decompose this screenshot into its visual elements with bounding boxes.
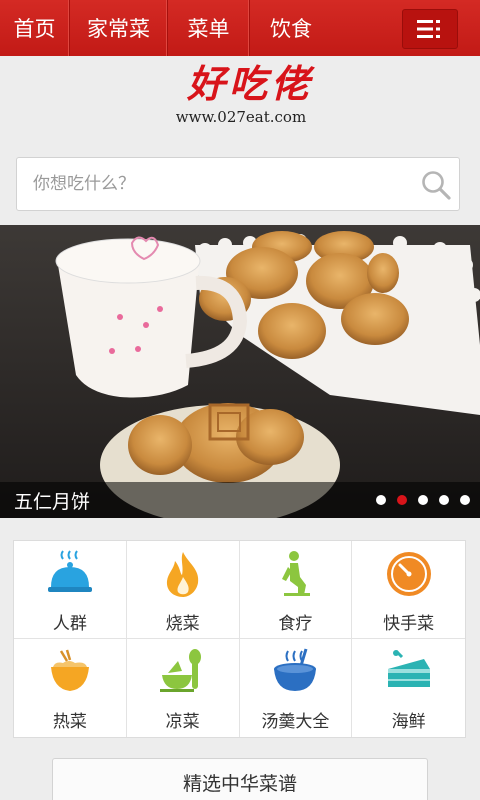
search-box xyxy=(16,157,460,211)
category-seafood[interactable]: 海鲜 xyxy=(352,639,465,737)
clock-icon xyxy=(386,552,431,596)
category-braised[interactable]: 烧菜 xyxy=(126,541,240,639)
top-nav: 首页 家常菜 菜单 饮食 xyxy=(0,0,480,56)
carousel-dot[interactable] xyxy=(439,495,449,505)
category-label: 食疗 xyxy=(278,614,313,634)
food-cloche-icon xyxy=(47,550,92,592)
cake-slice-icon xyxy=(387,649,430,687)
logo-url: www.027eat.com xyxy=(175,108,307,126)
category-diet-therapy[interactable]: 食疗 xyxy=(239,541,353,639)
category-cold-dishes[interactable]: 凉菜 xyxy=(127,639,240,737)
category-label: 人群 xyxy=(52,614,87,634)
banner-image xyxy=(0,225,480,518)
salad-plate-icon xyxy=(159,649,201,692)
category-quick-dishes[interactable]: 快手菜 xyxy=(352,541,465,639)
list-menu-icon xyxy=(417,20,440,38)
category-label: 海鲜 xyxy=(391,712,426,732)
site-logo[interactable]: 好吃佬 www.027eat.com xyxy=(0,60,480,132)
nav-item-home[interactable]: 首页 xyxy=(0,0,70,56)
nav-item-menu[interactable]: 菜单 xyxy=(168,0,250,56)
category-label: 快手菜 xyxy=(383,614,435,634)
category-crowd[interactable]: 人群 xyxy=(14,541,127,639)
nav-item-home-cooking[interactable]: 家常菜 xyxy=(70,0,168,56)
soup-bowl-icon xyxy=(274,648,317,691)
hot-bowl-icon xyxy=(50,649,89,691)
featured-recipes-button[interactable]: 精选中华菜谱 xyxy=(52,758,428,800)
flame-icon xyxy=(166,552,198,597)
banner-caption-bar: 五仁月饼 xyxy=(0,482,480,518)
carousel-dot[interactable] xyxy=(376,495,386,505)
category-hot-dishes[interactable]: 热菜 xyxy=(14,639,127,737)
carousel-dot[interactable] xyxy=(418,495,428,505)
menu-button[interactable] xyxy=(402,9,458,49)
category-label: 热菜 xyxy=(52,712,87,732)
category-grid: 人群 烧菜 食疗 快手菜 热菜 凉菜 汤羹大全 海鲜 xyxy=(13,540,466,738)
category-soups[interactable]: 汤羹大全 xyxy=(240,639,353,737)
banner-carousel[interactable]: 五仁月饼 xyxy=(0,225,480,518)
search-input[interactable] xyxy=(17,158,397,210)
logo-title: 好吃佬 xyxy=(186,61,313,106)
nav-item-diet[interactable]: 饮食 xyxy=(250,0,332,56)
category-label: 汤羹大全 xyxy=(261,712,330,732)
category-label: 烧菜 xyxy=(165,614,200,634)
carousel-dot[interactable] xyxy=(460,495,470,505)
search-icon[interactable] xyxy=(419,168,453,202)
carousel-indicator xyxy=(376,495,470,505)
person-kneeling-icon xyxy=(282,551,311,596)
category-label: 凉菜 xyxy=(165,712,200,732)
banner-caption: 五仁月饼 xyxy=(14,491,91,513)
carousel-dot-active[interactable] xyxy=(397,495,407,505)
